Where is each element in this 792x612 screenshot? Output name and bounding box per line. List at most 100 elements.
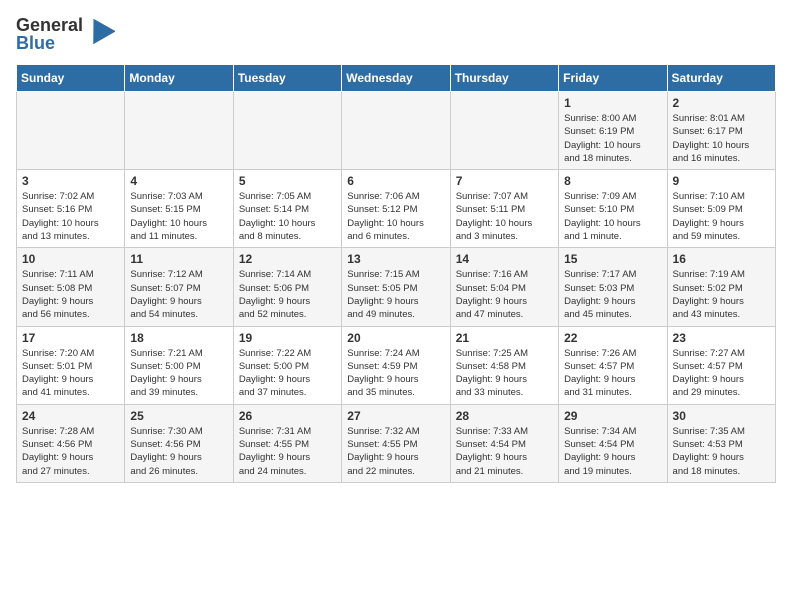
day-number: 25 (130, 409, 227, 423)
day-cell: 30Sunrise: 7:35 AM Sunset: 4:53 PM Dayli… (667, 404, 775, 482)
day-number: 15 (564, 252, 661, 266)
day-cell (342, 92, 450, 170)
day-number: 19 (239, 331, 336, 345)
day-number: 7 (456, 174, 553, 188)
day-cell: 25Sunrise: 7:30 AM Sunset: 4:56 PM Dayli… (125, 404, 233, 482)
day-number: 16 (673, 252, 770, 266)
day-number: 5 (239, 174, 336, 188)
day-info: Sunrise: 7:19 AM Sunset: 5:02 PM Dayligh… (673, 268, 770, 321)
day-info: Sunrise: 7:15 AM Sunset: 5:05 PM Dayligh… (347, 268, 444, 321)
header-day-friday: Friday (559, 65, 667, 92)
day-number: 6 (347, 174, 444, 188)
day-number: 10 (22, 252, 119, 266)
day-number: 30 (673, 409, 770, 423)
day-cell: 26 Sunrise: 7:31 AM Sunset: 4:55 PM Dayli… (233, 404, 341, 482)
day-number: 12 (239, 252, 336, 266)
day-info: Sunrise: 7:07 AM Sunset: 5:11 PM Dayligh… (456, 190, 553, 243)
day-number: 29 (564, 409, 661, 423)
day-number: 2 (673, 96, 770, 110)
calendar: SundayMondayTuesdayWednesdayThursdayFrid… (16, 64, 776, 483)
week-row-0: 1 Sunrise: 8:00 AM Sunset: 6:19 PM Daylig… (17, 92, 776, 170)
day-info: Sunrise: 7:26 AM Sunset: 4:57 PM Dayligh… (564, 347, 661, 400)
header-day-saturday: Saturday (667, 65, 775, 92)
day-info: Sunrise: 7:31 AM Sunset: 4:55 PM Dayligh… (239, 425, 336, 478)
day-number: 21 (456, 331, 553, 345)
day-cell (125, 92, 233, 170)
day-info: Sunrise: 7:02 AM Sunset: 5:16 PM Dayligh… (22, 190, 119, 243)
day-info: Sunrise: 7:32 AM Sunset: 4:55 PM Dayligh… (347, 425, 444, 478)
calendar-body: 1 Sunrise: 8:00 AM Sunset: 6:19 PM Daylig… (17, 92, 776, 483)
day-cell: 4 Sunrise: 7:03 AM Sunset: 5:15 PM Daylig… (125, 170, 233, 248)
day-cell: 5 Sunrise: 7:05 AM Sunset: 5:14 PM Daylig… (233, 170, 341, 248)
day-cell: 29Sunrise: 7:34 AM Sunset: 4:54 PM Dayli… (559, 404, 667, 482)
day-cell: 13 Sunrise: 7:15 AM Sunset: 5:05 PM Dayli… (342, 248, 450, 326)
day-number: 20 (347, 331, 444, 345)
day-number: 9 (673, 174, 770, 188)
day-info: Sunrise: 7:11 AM Sunset: 5:08 PM Dayligh… (22, 268, 119, 321)
day-number: 4 (130, 174, 227, 188)
day-number: 13 (347, 252, 444, 266)
day-number: 11 (130, 252, 227, 266)
day-cell (17, 92, 125, 170)
day-cell: 22 Sunrise: 7:26 AM Sunset: 4:57 PM Dayli… (559, 326, 667, 404)
day-number: 22 (564, 331, 661, 345)
day-info: Sunrise: 7:05 AM Sunset: 5:14 PM Dayligh… (239, 190, 336, 243)
day-number: 27 (347, 409, 444, 423)
day-info: Sunrise: 7:24 AM Sunset: 4:59 PM Dayligh… (347, 347, 444, 400)
day-cell: 17 Sunrise: 7:20 AM Sunset: 5:01 PM Dayli… (17, 326, 125, 404)
day-info: Sunrise: 7:28 AM Sunset: 4:56 PM Dayligh… (22, 425, 119, 478)
day-info: Sunrise: 7:20 AM Sunset: 5:01 PM Dayligh… (22, 347, 119, 400)
day-info: Sunrise: 8:00 AM Sunset: 6:19 PM Dayligh… (564, 112, 661, 165)
day-number: 17 (22, 331, 119, 345)
day-info: Sunrise: 7:14 AM Sunset: 5:06 PM Dayligh… (239, 268, 336, 321)
header-day-sunday: Sunday (17, 65, 125, 92)
day-cell: 24Sunrise: 7:28 AM Sunset: 4:56 PM Dayli… (17, 404, 125, 482)
day-info: Sunrise: 7:25 AM Sunset: 4:58 PM Dayligh… (456, 347, 553, 400)
day-info: Sunrise: 7:10 AM Sunset: 5:09 PM Dayligh… (673, 190, 770, 243)
header-day-thursday: Thursday (450, 65, 558, 92)
header-day-wednesday: Wednesday (342, 65, 450, 92)
day-info: Sunrise: 7:16 AM Sunset: 5:04 PM Dayligh… (456, 268, 553, 321)
day-info: Sunrise: 7:09 AM Sunset: 5:10 PM Dayligh… (564, 190, 661, 243)
day-info: Sunrise: 7:27 AM Sunset: 4:57 PM Dayligh… (673, 347, 770, 400)
day-number: 8 (564, 174, 661, 188)
logo-icon (85, 15, 115, 45)
day-cell: 12 Sunrise: 7:14 AM Sunset: 5:06 PM Dayli… (233, 248, 341, 326)
header-day-monday: Monday (125, 65, 233, 92)
day-cell (233, 92, 341, 170)
day-cell: 18Sunrise: 7:21 AM Sunset: 5:00 PM Dayli… (125, 326, 233, 404)
day-cell: 1 Sunrise: 8:00 AM Sunset: 6:19 PM Daylig… (559, 92, 667, 170)
day-info: Sunrise: 7:03 AM Sunset: 5:15 PM Dayligh… (130, 190, 227, 243)
day-cell: 2 Sunrise: 8:01 AM Sunset: 6:17 PM Daylig… (667, 92, 775, 170)
day-cell: 19 Sunrise: 7:22 AM Sunset: 5:00 PM Dayli… (233, 326, 341, 404)
day-cell: 10 Sunrise: 7:11 AM Sunset: 5:08 PM Dayli… (17, 248, 125, 326)
week-row-2: 10 Sunrise: 7:11 AM Sunset: 5:08 PM Dayli… (17, 248, 776, 326)
week-row-3: 17 Sunrise: 7:20 AM Sunset: 5:01 PM Dayli… (17, 326, 776, 404)
day-cell: 11 Sunrise: 7:12 AM Sunset: 5:07 PM Dayli… (125, 248, 233, 326)
day-info: Sunrise: 7:22 AM Sunset: 5:00 PM Dayligh… (239, 347, 336, 400)
day-cell: 27 Sunrise: 7:32 AM Sunset: 4:55 PM Dayli… (342, 404, 450, 482)
day-cell: 14Sunrise: 7:16 AM Sunset: 5:04 PM Dayli… (450, 248, 558, 326)
day-info: Sunrise: 7:33 AM Sunset: 4:54 PM Dayligh… (456, 425, 553, 478)
day-info: Sunrise: 8:01 AM Sunset: 6:17 PM Dayligh… (673, 112, 770, 165)
day-cell: 8 Sunrise: 7:09 AM Sunset: 5:10 PM Daylig… (559, 170, 667, 248)
day-number: 18 (130, 331, 227, 345)
day-number: 1 (564, 96, 661, 110)
day-number: 3 (22, 174, 119, 188)
day-number: 23 (673, 331, 770, 345)
day-cell: 7 Sunrise: 7:07 AM Sunset: 5:11 PM Daylig… (450, 170, 558, 248)
day-number: 28 (456, 409, 553, 423)
day-cell: 21 Sunrise: 7:25 AM Sunset: 4:58 PM Dayli… (450, 326, 558, 404)
header-row: SundayMondayTuesdayWednesdayThursdayFrid… (17, 65, 776, 92)
day-cell (450, 92, 558, 170)
day-info: Sunrise: 7:12 AM Sunset: 5:07 PM Dayligh… (130, 268, 227, 321)
calendar-header: SundayMondayTuesdayWednesdayThursdayFrid… (17, 65, 776, 92)
day-number: 26 (239, 409, 336, 423)
day-info: Sunrise: 7:17 AM Sunset: 5:03 PM Dayligh… (564, 268, 661, 321)
logo-blue-text: Blue (16, 34, 83, 52)
day-cell: 9 Sunrise: 7:10 AM Sunset: 5:09 PM Daylig… (667, 170, 775, 248)
day-cell: 20 Sunrise: 7:24 AM Sunset: 4:59 PM Dayli… (342, 326, 450, 404)
header-day-tuesday: Tuesday (233, 65, 341, 92)
day-cell: 28 Sunrise: 7:33 AM Sunset: 4:54 PM Dayli… (450, 404, 558, 482)
header: General Blue (16, 16, 776, 52)
